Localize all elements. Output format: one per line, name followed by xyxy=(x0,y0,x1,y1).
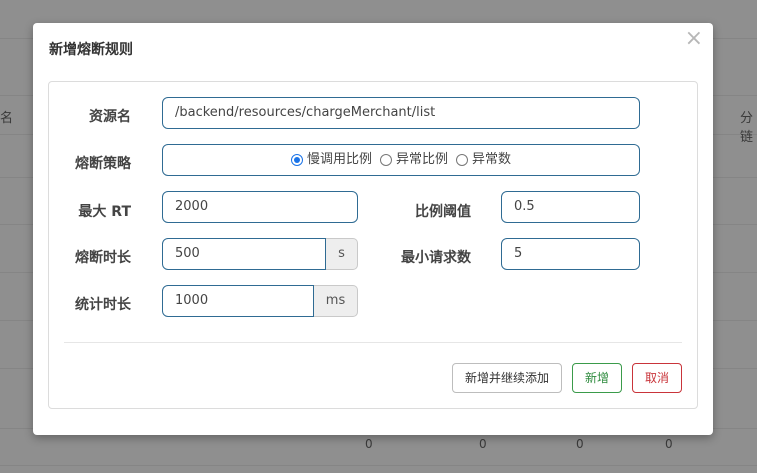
bg-cell-value: 0 xyxy=(665,437,673,451)
radio-unchecked-icon xyxy=(379,154,392,166)
cancel-button[interactable]: 取消 xyxy=(632,363,682,393)
radio-error-ratio[interactable]: 异常比例 xyxy=(379,145,448,175)
radio-label: 异常比例 xyxy=(395,152,448,167)
bg-cell-value: 0 xyxy=(365,437,373,451)
bg-cell-value: 0 xyxy=(479,437,487,451)
bg-divider xyxy=(0,465,757,466)
stat-duration-unit: ms xyxy=(314,285,358,317)
bg-cell-value: 0 xyxy=(576,437,584,451)
radio-slow-call-ratio[interactable]: 慢调用比例 xyxy=(290,145,372,175)
radio-unchecked-icon xyxy=(456,154,468,166)
close-icon[interactable]: × xyxy=(685,27,703,51)
max-rt-label: 最大 RT xyxy=(78,204,131,220)
bg-column-header: 分​链 xyxy=(740,111,754,145)
ratio-threshold-label: 比例阈值 xyxy=(415,204,471,220)
break-duration-unit: s xyxy=(326,238,358,270)
min-requests-label: 最小请求数 xyxy=(401,250,471,266)
stat-duration-label: 统计时长 xyxy=(75,297,131,313)
strategy-radio-group: 慢调用比例 异常比例 异常数 xyxy=(163,145,639,175)
radio-label: 异常数 xyxy=(472,152,512,167)
dialog-title: 新增熔断规则 xyxy=(49,42,133,58)
add-circuit-breaker-dialog: 新增熔断规则 × 资源名 /backend/resources/chargeMe… xyxy=(33,23,713,435)
break-duration-label: 熔断时长 xyxy=(75,250,131,266)
add-button[interactable]: 新增 xyxy=(572,363,622,393)
resource-input[interactable]: /backend/resources/chargeMerchant/list xyxy=(162,97,640,129)
stat-duration-input[interactable]: 1000 xyxy=(162,285,314,317)
add-and-continue-button[interactable]: 新增并继续添加 xyxy=(452,363,562,393)
strategy-box: 慢调用比例 异常比例 异常数 xyxy=(162,144,640,176)
radio-checked-icon xyxy=(290,154,303,166)
bg-column-header: 名 xyxy=(0,111,14,126)
ratio-threshold-input[interactable]: 0.5 xyxy=(501,191,640,223)
strategy-label: 熔断策略 xyxy=(75,156,131,172)
break-duration-input[interactable]: 500 xyxy=(162,238,326,270)
form-divider xyxy=(64,342,682,343)
form-panel: 资源名 /backend/resources/chargeMerchant/li… xyxy=(48,81,698,409)
radio-error-count[interactable]: 异常数 xyxy=(456,145,511,175)
resource-label: 资源名 xyxy=(89,109,131,125)
radio-label: 慢调用比例 xyxy=(306,152,372,167)
min-requests-input[interactable]: 5 xyxy=(501,238,640,270)
max-rt-input[interactable]: 2000 xyxy=(162,191,358,223)
